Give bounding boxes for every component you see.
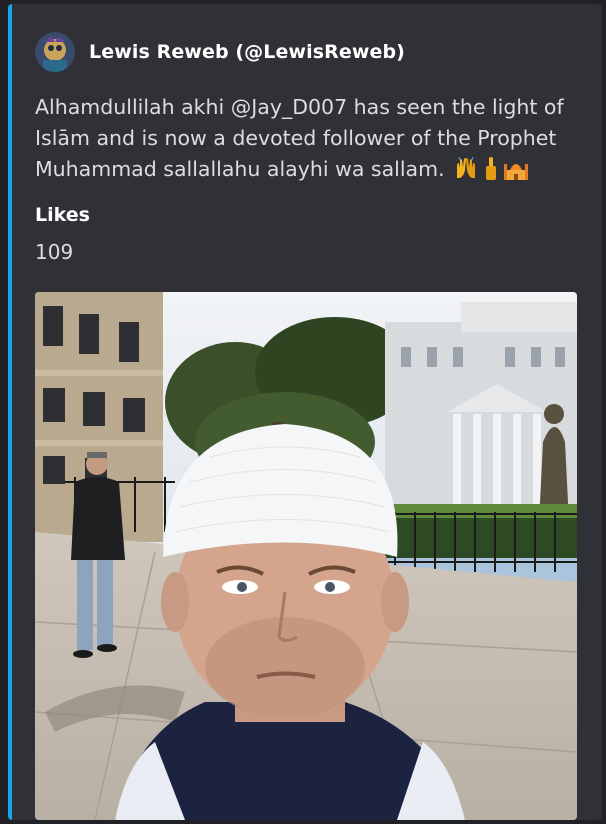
person-raising-hand-icon (485, 157, 496, 180)
author-name[interactable]: Lewis Reweb (@LewisReweb) (89, 41, 405, 63)
embed-author[interactable]: Lewis Reweb (@LewisReweb) (35, 32, 405, 72)
raised-hands-icon (457, 156, 476, 178)
embed-accent-bar (8, 4, 12, 820)
author-avatar[interactable] (35, 32, 75, 72)
emoji-group (455, 156, 529, 189)
embed-photo[interactable] (35, 292, 577, 820)
mosque-icon (504, 164, 529, 180)
field-likes-value: 109 (35, 240, 74, 264)
tweet-embed: Lewis Reweb (@LewisReweb) Alhamdullilah … (8, 4, 602, 820)
field-likes-label: Likes (35, 204, 90, 226)
tweet-text: Alhamdullilah akhi @Jay_D007 has seen th… (35, 92, 575, 189)
selfie-photo-illustration (35, 292, 577, 820)
